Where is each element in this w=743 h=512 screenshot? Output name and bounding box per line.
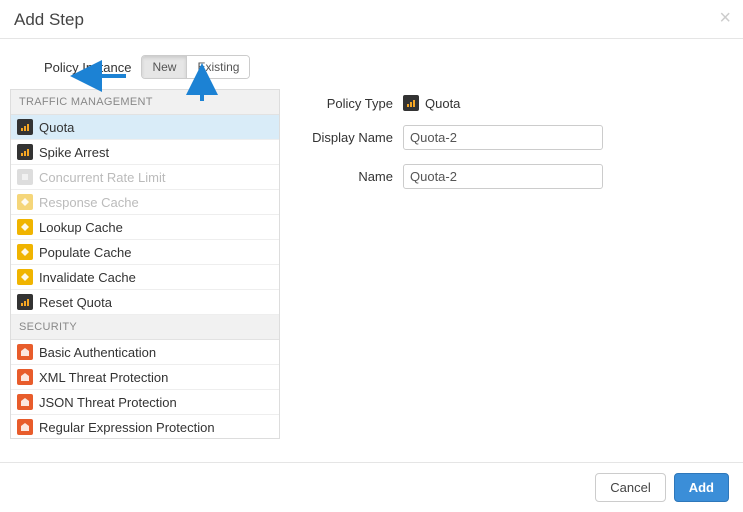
modal-header: Add Step ×: [0, 0, 743, 39]
policy-item-label: Concurrent Rate Limit: [39, 170, 165, 185]
yellow-icon: [17, 244, 33, 260]
toggle-new-button[interactable]: New: [142, 56, 186, 78]
yellow-light-icon: [17, 194, 33, 210]
policy-item[interactable]: Spike Arrest: [11, 140, 279, 165]
policy-item[interactable]: JSON Threat Protection: [11, 390, 279, 415]
instance-toggle-group: New Existing: [141, 55, 250, 79]
name-input[interactable]: [403, 164, 603, 189]
policy-item-label: Invalidate Cache: [39, 270, 136, 285]
policy-type-value: Quota: [425, 96, 460, 111]
policy-list[interactable]: TRAFFIC MANAGEMENT Quota Spike Arrest Conc…: [10, 89, 280, 439]
policy-item-label: JSON Threat Protection: [39, 395, 177, 410]
policy-item[interactable]: Regular Expression Protection: [11, 415, 279, 439]
orange-icon: [17, 419, 33, 435]
policy-type-row: Policy Type Quota: [298, 95, 735, 111]
policy-item[interactable]: Lookup Cache: [11, 215, 279, 240]
policy-item: Concurrent Rate Limit: [11, 165, 279, 190]
yellow-icon: [17, 219, 33, 235]
quota-icon: [403, 95, 419, 111]
modal-body: Policy Instance New Existing TRAFFIC MAN…: [0, 39, 743, 447]
dark-icon: [17, 294, 33, 310]
orange-icon: [17, 344, 33, 360]
cancel-button[interactable]: Cancel: [595, 473, 665, 502]
display-name-row: Display Name: [298, 125, 735, 150]
orange-icon: [17, 369, 33, 385]
display-name-label: Display Name: [298, 130, 393, 145]
name-row: Name: [298, 164, 735, 189]
dark-icon: [17, 144, 33, 160]
form-area: Policy Type Quota Display Name Name: [298, 89, 735, 439]
orange-icon: [17, 394, 33, 410]
policy-type-label: Policy Type: [298, 96, 393, 111]
policy-item[interactable]: Populate Cache: [11, 240, 279, 265]
add-button[interactable]: Add: [674, 473, 729, 502]
yellow-icon: [17, 269, 33, 285]
policy-item-label: Populate Cache: [39, 245, 132, 260]
content-row: TRAFFIC MANAGEMENT Quota Spike Arrest Conc…: [10, 89, 735, 439]
policy-instance-row: Policy Instance New Existing: [44, 55, 735, 79]
modal-footer: Cancel Add: [0, 462, 743, 512]
policy-item-label: Spike Arrest: [39, 145, 109, 160]
policy-item[interactable]: Invalidate Cache: [11, 265, 279, 290]
policy-item-label: Response Cache: [39, 195, 139, 210]
policy-item-label: XML Threat Protection: [39, 370, 168, 385]
modal-title: Add Step: [14, 10, 729, 30]
policy-item[interactable]: Reset Quota: [11, 290, 279, 315]
policy-item-label: Lookup Cache: [39, 220, 123, 235]
policy-item[interactable]: Quota: [11, 115, 279, 140]
policy-item[interactable]: XML Threat Protection: [11, 365, 279, 390]
policy-item: Response Cache: [11, 190, 279, 215]
policy-item-label: Basic Authentication: [39, 345, 156, 360]
policy-item-label: Regular Expression Protection: [39, 420, 215, 435]
quota-icon: [17, 119, 33, 135]
policy-instance-label: Policy Instance: [44, 60, 131, 75]
display-name-input[interactable]: [403, 125, 603, 150]
section-traffic-header: TRAFFIC MANAGEMENT: [11, 90, 279, 115]
policy-item[interactable]: Basic Authentication: [11, 340, 279, 365]
section-security-header: SECURITY: [11, 315, 279, 340]
policy-item-label: Reset Quota: [39, 295, 112, 310]
toggle-existing-button[interactable]: Existing: [186, 56, 249, 78]
name-label: Name: [298, 169, 393, 184]
policy-item-label: Quota: [39, 120, 74, 135]
disabled-icon: [17, 169, 33, 185]
policy-type-value-wrap: Quota: [403, 95, 460, 111]
close-icon[interactable]: ×: [719, 8, 731, 28]
